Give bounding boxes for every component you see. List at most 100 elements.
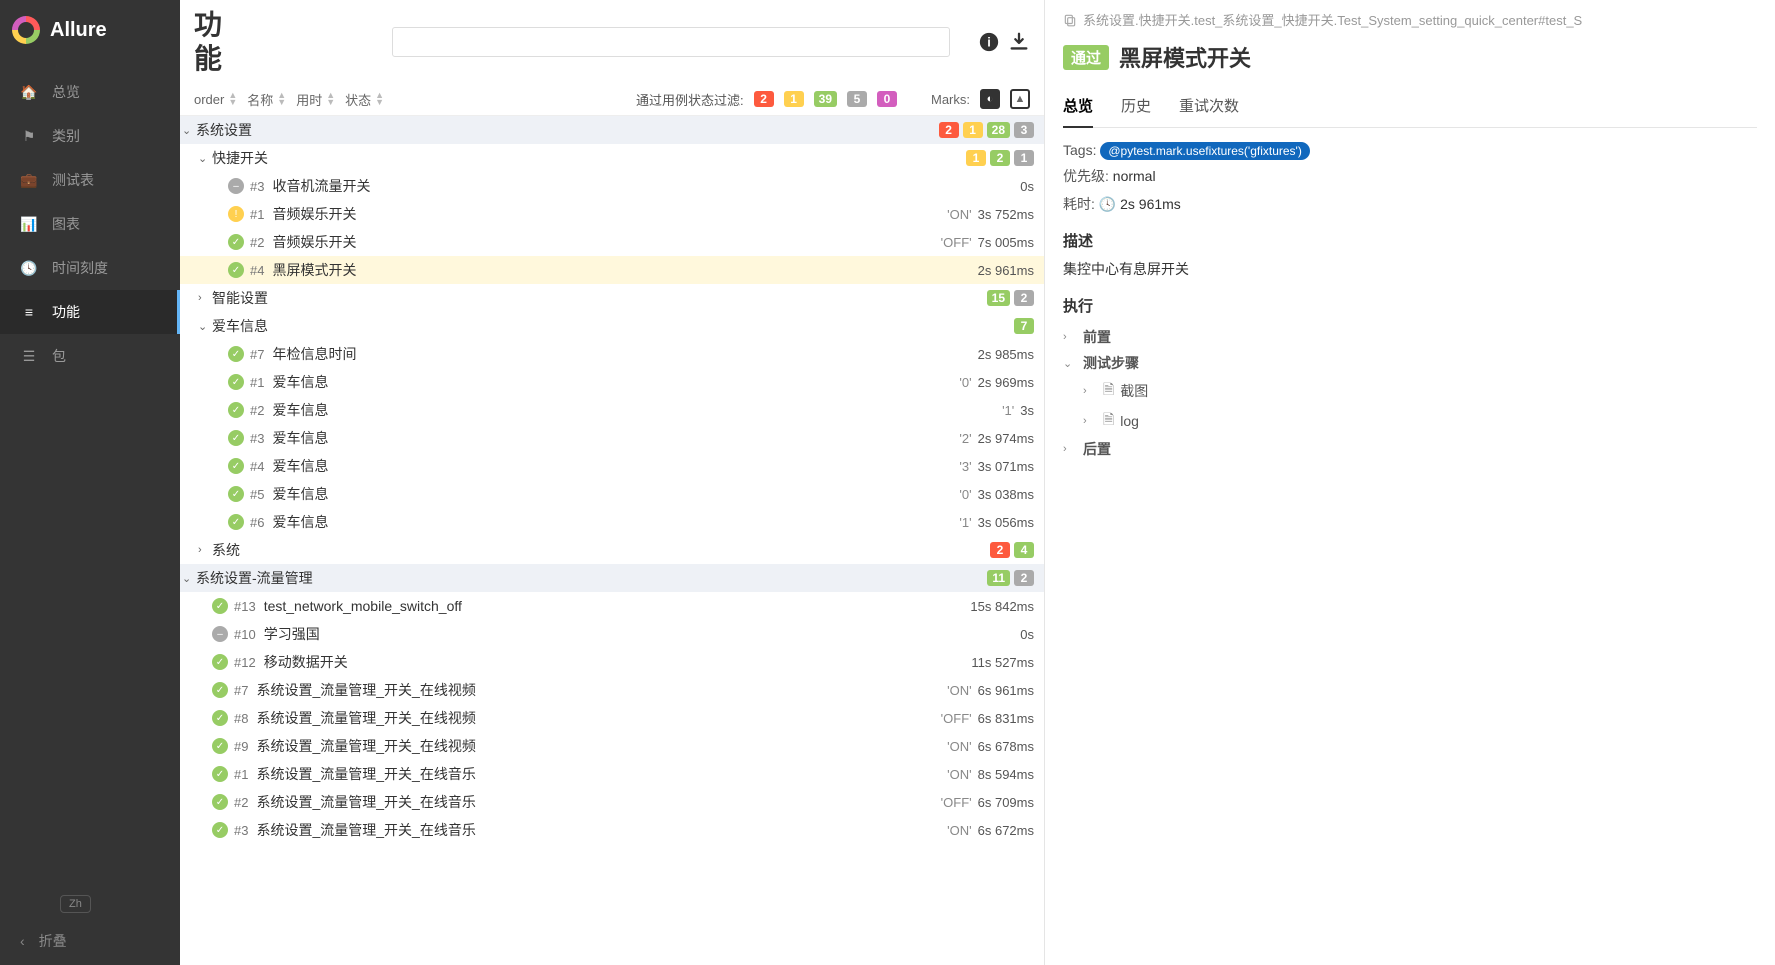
- description-text: 集控中心有息屏开关: [1063, 259, 1757, 279]
- tree-case[interactable]: –#10学习强国0s: [180, 620, 1044, 648]
- tab-history[interactable]: 历史: [1121, 89, 1151, 127]
- group-name: 快捷开关: [212, 148, 966, 168]
- count-badge: 2: [1014, 290, 1034, 306]
- tree-case[interactable]: ✓#3系统设置_流量管理_开关_在线音乐'ON'6s 672ms: [180, 816, 1044, 844]
- filter-failed[interactable]: 2: [754, 91, 774, 107]
- case-duration: 0s: [1020, 627, 1034, 642]
- file-icon: 🗎: [1103, 409, 1114, 433]
- info-icon[interactable]: i: [978, 31, 1000, 53]
- tree-case[interactable]: ✓#4爱车信息'3'3s 071ms: [180, 452, 1044, 480]
- case-param: '0': [959, 375, 971, 390]
- nav-item-briefcase[interactable]: 💼测试表: [0, 158, 180, 202]
- mark-flaky[interactable]: ◐: [980, 89, 1000, 109]
- after-section[interactable]: ›后置: [1063, 436, 1757, 462]
- sort-order[interactable]: order▲▼: [194, 92, 237, 107]
- filter-unknown[interactable]: 0: [877, 91, 897, 107]
- group-name: 系统设置: [196, 120, 939, 140]
- case-name: 爱车信息: [272, 400, 1002, 420]
- filter-skipped[interactable]: 5: [847, 91, 867, 107]
- sort-name[interactable]: 名称▲▼: [247, 90, 286, 109]
- tree-group[interactable]: ⌄快捷开关121: [180, 144, 1044, 172]
- language-selector[interactable]: Zh: [60, 895, 91, 913]
- chevron-right-icon: ›: [198, 544, 212, 556]
- tree-case[interactable]: ✓#2音频娱乐开关'OFF'7s 005ms: [180, 228, 1044, 256]
- status-pass-icon: ✓: [212, 654, 228, 670]
- case-param: 'OFF': [941, 795, 972, 810]
- case-name: 爱车信息: [272, 512, 959, 532]
- tree-case[interactable]: ✓#12移动数据开关11s 527ms: [180, 648, 1044, 676]
- tree-case[interactable]: ✓#4黑屏模式开关2s 961ms: [180, 256, 1044, 284]
- step-item[interactable]: ›🗎截图: [1063, 376, 1757, 406]
- count-badge: 4: [1014, 542, 1034, 558]
- tree-case[interactable]: ✓#1爱车信息'0'2s 969ms: [180, 368, 1044, 396]
- tree-case[interactable]: ✓#6爱车信息'1'3s 056ms: [180, 508, 1044, 536]
- duration-value: 2s 961ms: [1120, 196, 1181, 212]
- copy-icon[interactable]: [1063, 13, 1077, 27]
- mark-new[interactable]: ▲: [1010, 89, 1030, 109]
- nav-label: 包: [52, 346, 66, 366]
- nav-item-home[interactable]: 🏠总览: [0, 70, 180, 114]
- nav-item-chart[interactable]: 📊 图表: [0, 202, 180, 246]
- chevron-right-icon: ›: [198, 292, 212, 304]
- tree-case[interactable]: !#1音频娱乐开关'ON'3s 752ms: [180, 200, 1044, 228]
- filter-broken[interactable]: 1: [784, 91, 804, 107]
- tree-case[interactable]: ✓#3爱车信息'2'2s 974ms: [180, 424, 1044, 452]
- tree-case[interactable]: ✓#7年检信息时间2s 985ms: [180, 340, 1044, 368]
- tree-case[interactable]: ✓#5爱车信息'0'3s 038ms: [180, 480, 1044, 508]
- nav-label: 图表: [52, 214, 80, 234]
- case-name: 爱车信息: [272, 372, 959, 392]
- case-id: #2: [234, 795, 248, 810]
- tree-case[interactable]: ✓#2系统设置_流量管理_开关_在线音乐'OFF'6s 709ms: [180, 788, 1044, 816]
- status-pass-icon: ✓: [228, 374, 244, 390]
- steps-section[interactable]: ⌄测试步骤: [1063, 350, 1757, 376]
- tag-pill[interactable]: @pytest.mark.usefixtures('gfixtures'): [1100, 142, 1309, 160]
- tree-group[interactable]: ›系统24: [180, 536, 1044, 564]
- case-duration: 3s: [1020, 403, 1034, 418]
- case-name: 移动数据开关: [264, 652, 966, 672]
- chart-icon: 📊: [20, 216, 38, 233]
- test-tree: ⌄系统设置21283⌄快捷开关121–#3收音机流量开关0s!#1音频娱乐开关'…: [180, 116, 1044, 965]
- nav-item-bars[interactable]: ☰包: [0, 334, 180, 378]
- brand-text: Allure: [50, 19, 107, 42]
- sort-status[interactable]: 状态▲▼: [345, 90, 384, 109]
- count-badge: 1: [966, 150, 986, 166]
- nav-item-flag[interactable]: ⚑类别: [0, 114, 180, 158]
- tree-case[interactable]: ✓#7系统设置_流量管理_开关_在线视频'ON'6s 961ms: [180, 676, 1044, 704]
- collapse-sidebar[interactable]: ‹ 折叠: [20, 931, 160, 951]
- chevron-down-icon: ⌄: [198, 320, 212, 333]
- tab-retries[interactable]: 重试次数: [1179, 89, 1239, 127]
- search-input[interactable]: [392, 27, 950, 57]
- step-item[interactable]: ›🗎log: [1063, 406, 1757, 436]
- case-name: 音频娱乐开关: [272, 204, 947, 224]
- tree-group[interactable]: ⌄系统设置-流量管理112: [180, 564, 1044, 592]
- case-name: 系统设置_流量管理_开关_在线音乐: [256, 792, 940, 812]
- case-duration: 7s 005ms: [978, 235, 1034, 250]
- before-section[interactable]: ›前置: [1063, 324, 1757, 350]
- tree-case[interactable]: ✓#9系统设置_流量管理_开关_在线视频'ON'6s 678ms: [180, 732, 1044, 760]
- tree-case[interactable]: ✓#8系统设置_流量管理_开关_在线视频'OFF'6s 831ms: [180, 704, 1044, 732]
- nav-list: 🏠总览⚑类别💼测试表 📊 图表 🕓时间刻度≡功能☰包: [0, 70, 180, 378]
- chevron-down-icon: ⌄: [1063, 357, 1077, 370]
- download-icon[interactable]: [1008, 31, 1030, 53]
- tree-group[interactable]: ›智能设置152: [180, 284, 1044, 312]
- case-duration: 3s 752ms: [978, 207, 1034, 222]
- case-id: #7: [250, 347, 264, 362]
- nav-item-list[interactable]: ≡功能: [0, 290, 180, 334]
- tree-case[interactable]: ✓#13test_network_mobile_switch_off15s 84…: [180, 592, 1044, 620]
- filter-passed[interactable]: 39: [814, 91, 837, 107]
- case-id: #1: [234, 767, 248, 782]
- tree-group[interactable]: ⌄爱车信息7: [180, 312, 1044, 340]
- tree-case[interactable]: –#3收音机流量开关0s: [180, 172, 1044, 200]
- tab-overview[interactable]: 总览: [1063, 89, 1093, 128]
- nav-item-clock[interactable]: 🕓时间刻度: [0, 246, 180, 290]
- case-id: #1: [250, 375, 264, 390]
- tree-group[interactable]: ⌄系统设置21283: [180, 116, 1044, 144]
- status-pass-icon: ✓: [228, 458, 244, 474]
- count-badge: 15: [987, 290, 1010, 306]
- logo[interactable]: Allure: [0, 0, 180, 60]
- sort-duration[interactable]: 用时▲▼: [296, 90, 335, 109]
- status-skip-icon: –: [212, 626, 228, 642]
- tree-case[interactable]: ✓#1系统设置_流量管理_开关_在线音乐'ON'8s 594ms: [180, 760, 1044, 788]
- tree-case[interactable]: ✓#2爱车信息'1'3s: [180, 396, 1044, 424]
- collapse-label: 折叠: [39, 931, 67, 951]
